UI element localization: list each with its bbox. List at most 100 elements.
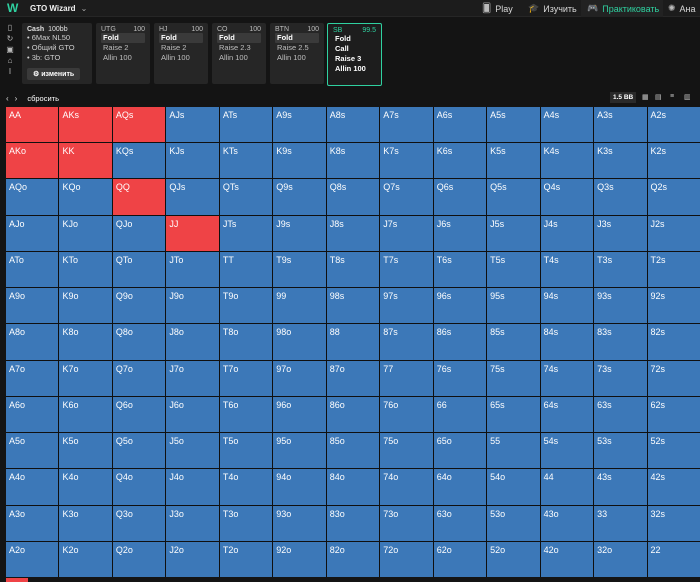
hand-cell-32s[interactable]: 32s: [647, 505, 700, 541]
hand-cell-AKs[interactable]: AKs: [59, 107, 112, 143]
hand-cell-A5o[interactable]: A5o: [6, 433, 59, 469]
hand-cell-T5o[interactable]: T5o: [219, 433, 273, 469]
prev-button[interactable]: ‹: [6, 94, 9, 103]
hand-cell-A2o[interactable]: A2o: [6, 541, 59, 577]
hand-cell-T9s[interactable]: T9s: [273, 251, 326, 288]
nav-study[interactable]: 🎓 Изучить: [528, 0, 578, 17]
hand-cell-63s[interactable]: 63s: [594, 396, 647, 433]
action-fold[interactable]: Fold: [333, 34, 376, 44]
chevron-down-icon[interactable]: ⌄: [81, 4, 88, 13]
hand-cell-T4s[interactable]: T4s: [540, 251, 594, 288]
hand-cell-62s[interactable]: 62s: [647, 396, 700, 433]
hand-cell-Q9s[interactable]: Q9s: [273, 179, 326, 215]
hand-cell-KK[interactable]: KK: [59, 143, 112, 179]
action-allin[interactable]: Allin 100: [275, 53, 319, 63]
hand-cell-Q3o[interactable]: Q3o: [112, 505, 166, 541]
hand-cell-J7s[interactable]: J7s: [380, 215, 433, 251]
hand-cell-A9s[interactable]: A9s: [273, 107, 326, 143]
hand-cell-A7o[interactable]: A7o: [6, 360, 59, 396]
hand-cell-KTs[interactable]: KTs: [219, 143, 273, 179]
hand-cell-T5s[interactable]: T5s: [487, 251, 540, 288]
action-raise[interactable]: Raise 2.3: [217, 43, 261, 53]
hand-cell-A3o[interactable]: A3o: [6, 505, 59, 541]
hand-cell-KTo[interactable]: KTo: [59, 251, 112, 288]
edit-button[interactable]: ⚙ изменить: [27, 68, 81, 80]
hand-cell-64s[interactable]: 64s: [540, 396, 594, 433]
hand-cell-J2o[interactable]: J2o: [166, 541, 219, 577]
hand-cell-74o[interactable]: 74o: [380, 469, 433, 505]
hand-cell-JJ[interactable]: JJ: [166, 215, 219, 251]
bb-display-toggle[interactable]: 1.5 BB: [610, 92, 637, 103]
action-fold[interactable]: Fold: [101, 33, 145, 43]
hand-cell-A6o[interactable]: A6o: [6, 396, 59, 433]
app-title[interactable]: GTO Wizard: [30, 4, 76, 13]
hand-cell-97o[interactable]: 97o: [273, 360, 326, 396]
action-call[interactable]: Call: [333, 44, 376, 54]
hand-cell-22[interactable]: 22: [647, 541, 700, 577]
hand-cell-T2o[interactable]: T2o: [219, 541, 273, 577]
hand-cell-Q5s[interactable]: Q5s: [487, 179, 540, 215]
hand-cell-95s[interactable]: 95s: [487, 288, 540, 324]
hand-cell-J9s[interactable]: J9s: [273, 215, 326, 251]
hand-cell-98s[interactable]: 98s: [326, 288, 380, 324]
hand-cell-K5s[interactable]: K5s: [487, 143, 540, 179]
hand-cell-82s[interactable]: 82s: [647, 324, 700, 360]
hand-cell-62o[interactable]: 62o: [433, 541, 487, 577]
hand-cell-KJo[interactable]: KJo: [59, 215, 112, 251]
hand-cell-K8s[interactable]: K8s: [326, 143, 380, 179]
hand-cell-Q7s[interactable]: Q7s: [380, 179, 433, 215]
hand-cell-44[interactable]: 44: [540, 469, 594, 505]
hand-cell-87o[interactable]: 87o: [326, 360, 380, 396]
hand-cell-J6o[interactable]: J6o: [166, 396, 219, 433]
hand-cell-55[interactable]: 55: [487, 433, 540, 469]
hand-cell-K9s[interactable]: K9s: [273, 143, 326, 179]
position-card-hj[interactable]: HJ 100 Fold Raise 2 Allin 100: [154, 23, 208, 84]
hand-cell-42o[interactable]: 42o: [540, 541, 594, 577]
hand-cell-82o[interactable]: 82o: [326, 541, 380, 577]
hand-cell-K3o[interactable]: K3o: [59, 505, 112, 541]
hand-cell-JTs[interactable]: JTs: [219, 215, 273, 251]
action-allin[interactable]: Allin 100: [333, 64, 376, 74]
hand-cell-T2s[interactable]: T2s: [647, 251, 700, 288]
hand-cell-T8o[interactable]: T8o: [219, 324, 273, 360]
hand-cell-98o[interactable]: 98o: [273, 324, 326, 360]
hand-cell-77[interactable]: 77: [380, 360, 433, 396]
hand-cell-A8o[interactable]: A8o: [6, 324, 59, 360]
hand-cell-J3o[interactable]: J3o: [166, 505, 219, 541]
action-fold[interactable]: Fold: [275, 33, 319, 43]
hand-cell-53s[interactable]: 53s: [594, 433, 647, 469]
hand-cell-K6o[interactable]: K6o: [59, 396, 112, 433]
action-raise[interactable]: Raise 2: [159, 43, 203, 53]
action-raise[interactable]: Raise 2: [101, 43, 145, 53]
hand-cell-96s[interactable]: 96s: [433, 288, 487, 324]
save-icon[interactable]: ▣: [3, 44, 17, 55]
hand-cell-K8o[interactable]: K8o: [59, 324, 112, 360]
action-raise[interactable]: Raise 2.5: [275, 43, 319, 53]
hand-cell-52s[interactable]: 52s: [647, 433, 700, 469]
hand-cell-53o[interactable]: 53o: [487, 505, 540, 541]
hand-cell-72s[interactable]: 72s: [647, 360, 700, 396]
nav-analyze[interactable]: ✺ Ана: [668, 0, 700, 17]
nav-practice[interactable]: 🎮 Практиковать: [581, 0, 663, 17]
hand-cell-T8s[interactable]: T8s: [326, 251, 380, 288]
hand-cell-74s[interactable]: 74s: [540, 360, 594, 396]
hand-cell-QJo[interactable]: QJo: [112, 215, 166, 251]
hand-cell-J8s[interactable]: J8s: [326, 215, 380, 251]
hand-cell-KJs[interactable]: KJs: [166, 143, 219, 179]
hand-cell-T6s[interactable]: T6s: [433, 251, 487, 288]
hand-cell-K7s[interactable]: K7s: [380, 143, 433, 179]
hand-cell-T4o[interactable]: T4o: [219, 469, 273, 505]
hand-cell-64o[interactable]: 64o: [433, 469, 487, 505]
hand-cell-96o[interactable]: 96o: [273, 396, 326, 433]
hand-cell-43o[interactable]: 43o: [540, 505, 594, 541]
hand-cell-A4s[interactable]: A4s: [540, 107, 594, 143]
hand-cell-52o[interactable]: 52o: [487, 541, 540, 577]
hand-cell-86s[interactable]: 86s: [433, 324, 487, 360]
hand-cell-K2o[interactable]: K2o: [59, 541, 112, 577]
reset-button[interactable]: сбросить: [27, 94, 59, 103]
action-raise[interactable]: Raise 3: [333, 54, 376, 64]
hand-cell-KQo[interactable]: KQo: [59, 179, 112, 215]
next-button[interactable]: ›: [15, 94, 18, 103]
hand-cell-J4s[interactable]: J4s: [540, 215, 594, 251]
hand-cell-T3o[interactable]: T3o: [219, 505, 273, 541]
